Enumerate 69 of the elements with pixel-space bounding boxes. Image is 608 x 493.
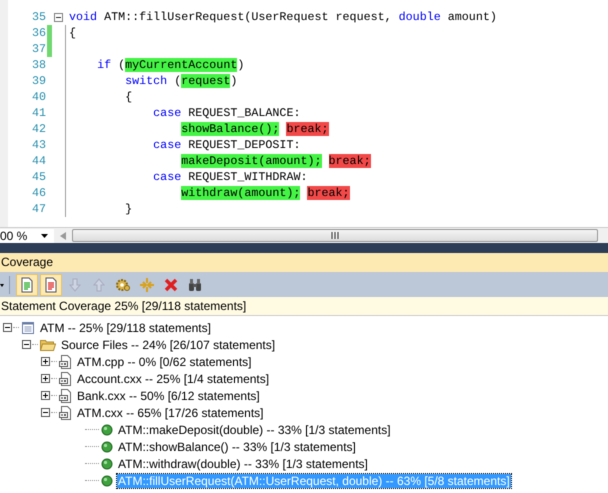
code-line: void ATM::fillUserRequest(UserRequest request, double amount) — [68, 9, 497, 25]
tree-item[interactable]: Account.cxx -- 25% [1/4 statements] — [76, 372, 270, 386]
code-line: makeDeposit(amount); break; — [65, 153, 371, 169]
code-line: case REQUEST_BALANCE: — [65, 105, 300, 121]
caret-icon — [41, 234, 48, 238]
code-line: { — [65, 89, 132, 105]
collapse-icon[interactable] — [3, 323, 12, 332]
tree-item[interactable]: ATM.cxx -- 65% [17/26 statements] — [76, 406, 265, 420]
line-number: 47 — [30, 202, 46, 216]
grip-icon — [331, 232, 339, 239]
source-file-icon — [59, 388, 72, 402]
source-file-icon — [59, 406, 72, 420]
line-number: 39 — [30, 74, 46, 88]
coverage-summary: Statement Coverage 25% [29/118 statements] — [1, 299, 246, 313]
expand-icon[interactable] — [41, 374, 50, 383]
code-line: { — [65, 25, 76, 41]
line-number: 46 — [30, 186, 46, 200]
line-number: 41 — [30, 106, 46, 120]
gear-icon — [115, 276, 131, 292]
source-file-icon — [59, 372, 72, 386]
covered-lines-button[interactable] — [16, 274, 38, 296]
status-dot-icon — [101, 474, 113, 486]
delete-icon — [163, 276, 179, 292]
line-number: 38 — [30, 58, 46, 72]
binoculars-icon — [187, 276, 203, 292]
arrows-icon — [139, 276, 155, 292]
dropdown-caret-icon[interactable] — [0, 282, 4, 286]
tree-item[interactable]: ATM.cpp -- 0% [0/62 statements] — [76, 354, 253, 368]
line-number: 40 — [30, 90, 46, 104]
down-arrow-icon — [67, 276, 83, 292]
line-number: 44 — [30, 154, 46, 168]
code-line — [65, 41, 69, 57]
folder-icon — [40, 338, 56, 351]
tree-item[interactable]: Source Files -- 24% [26/107 statements] — [60, 338, 276, 352]
document-list-icon — [21, 320, 35, 334]
line-number: 35 — [30, 10, 46, 24]
tree-item[interactable]: ATM::makeDeposit(double) -- 33% [1/3 statements] — [117, 422, 392, 436]
status-dot-icon — [101, 440, 113, 452]
up-arrow-icon — [91, 276, 107, 292]
tree-item[interactable]: Bank.cxx -- 50% [6/12 statements] — [76, 388, 261, 402]
source-file-icon — [59, 354, 72, 368]
code-line: switch (request) — [65, 73, 238, 89]
document-icon — [19, 276, 35, 292]
line-number: 42 — [30, 122, 46, 136]
expand-icon[interactable] — [41, 357, 50, 366]
document-icon — [43, 276, 59, 292]
zoom-dropdown[interactable]: 00 % — [0, 228, 54, 242]
line-number: 45 — [30, 170, 46, 184]
collapse-icon[interactable] — [22, 340, 31, 349]
collapse-icon[interactable] — [54, 12, 63, 22]
code-line: case REQUEST_DEPOSIT: — [65, 137, 300, 153]
code-line: if (myCurrentAccount) — [65, 57, 244, 73]
tree-item[interactable]: ATM::showBalance() -- 33% [1/3 statements] — [117, 440, 357, 454]
tree-item[interactable]: ATM::withdraw(double) -- 33% [1/3 statements] — [117, 456, 369, 470]
expand-icon[interactable] — [41, 391, 50, 400]
status-dot-icon — [101, 424, 113, 436]
line-number: 37 — [30, 42, 46, 56]
scrollbar-thumb[interactable] — [72, 229, 598, 242]
status-dot-icon — [101, 458, 113, 470]
code-line: } — [65, 201, 132, 217]
uncovered-lines-button[interactable] — [40, 274, 62, 296]
code-line: showBalance(); break; — [65, 121, 329, 137]
code-line: case REQUEST_WITHDRAW: — [65, 169, 308, 185]
line-number: 36 — [30, 26, 46, 40]
panel-title: Coverage — [0, 253, 608, 272]
tree-item[interactable]: ATM -- 25% [29/118 statements] — [39, 320, 212, 334]
collapse-icon[interactable] — [41, 408, 50, 417]
line-number: 43 — [30, 138, 46, 152]
code-line: withdraw(amount); break; — [65, 185, 350, 201]
